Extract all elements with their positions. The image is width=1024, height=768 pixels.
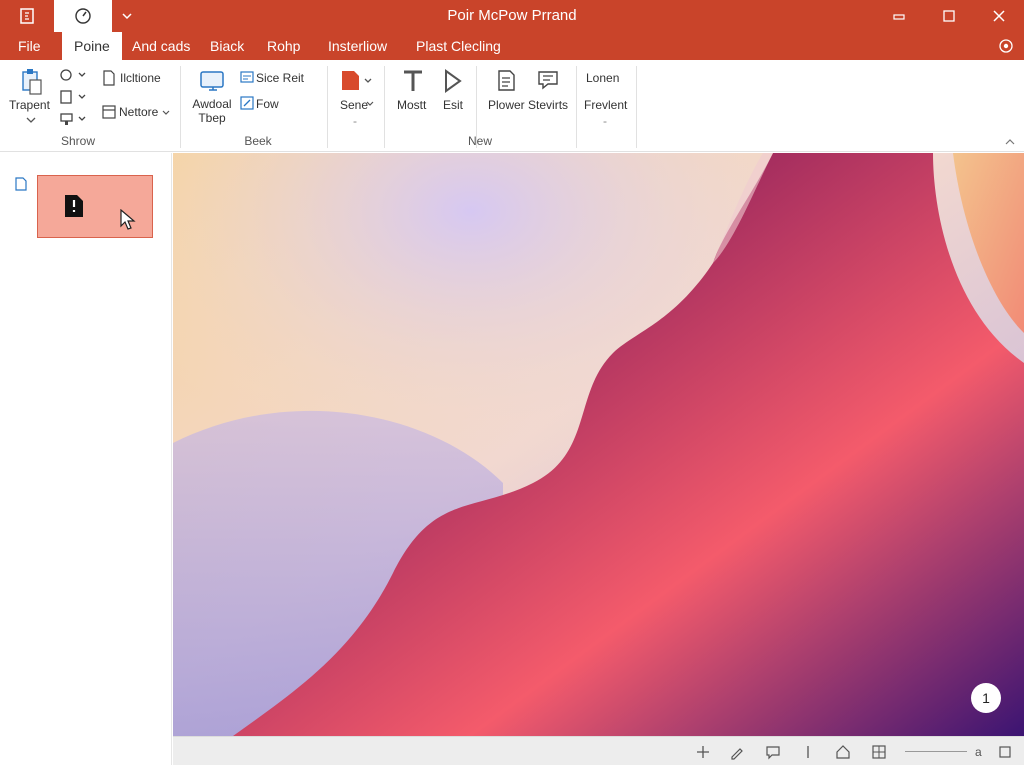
slide-reset-label[interactable]: Sice Reit <box>256 71 304 85</box>
title-bar: Poir McPow Prrand <box>0 0 1024 32</box>
format-painter-icon[interactable] <box>60 112 88 126</box>
window-controls <box>874 0 1024 32</box>
grid-view-icon[interactable] <box>871 744 887 760</box>
paste-label: Trapent <box>9 98 50 112</box>
copy-icon[interactable] <box>60 90 88 104</box>
slide-number-badge[interactable]: 1 <box>971 683 1001 713</box>
autosave-icon[interactable] <box>54 0 112 32</box>
edit-label[interactable]: Fow <box>256 97 279 111</box>
comment-icon[interactable] <box>765 744 781 760</box>
divider-icon <box>807 746 809 758</box>
quick-access-toolbar <box>0 0 142 32</box>
text-icon[interactable] <box>401 68 425 94</box>
settings-gear-icon[interactable] <box>998 38 1014 54</box>
collapse-ribbon-icon[interactable] <box>1005 138 1015 146</box>
edit-icon[interactable] <box>240 96 254 110</box>
chevron-down-icon[interactable] <box>366 101 374 107</box>
play-label[interactable]: Esit <box>443 98 463 112</box>
window-title: Poir McPow Prrand <box>447 7 577 24</box>
ribbon: Trapent Ilcltione Nettore Shrow Awdoal T… <box>0 60 1024 152</box>
slides-panel <box>0 153 172 765</box>
minimize-icon[interactable] <box>874 0 924 32</box>
layout-icon[interactable] <box>102 104 116 120</box>
ribbon-separator <box>576 66 577 148</box>
ribbon-separator <box>384 66 385 148</box>
ribbon-item-frevlent[interactable]: Frevlent <box>584 98 627 112</box>
ribbon-separator <box>327 66 328 148</box>
monitor-icon[interactable] <box>199 70 227 94</box>
close-icon[interactable] <box>974 0 1024 32</box>
tab-file[interactable]: File <box>6 32 53 60</box>
ribbon-item-more: - <box>603 114 607 128</box>
shape-fill-label[interactable]: Sene <box>340 98 368 112</box>
app-logo-icon[interactable] <box>0 0 54 32</box>
slide-reset-icon[interactable] <box>240 70 254 84</box>
menu-bar: File Poine And cads Biack Rohp Insterlio… <box>0 32 1024 60</box>
ribbon-separator <box>636 66 637 148</box>
fit-icon[interactable] <box>997 744 1013 760</box>
shape-fill-icon[interactable] <box>340 68 376 94</box>
layout-label[interactable]: Nettore <box>119 105 158 119</box>
chevron-down-icon[interactable] <box>26 116 36 124</box>
slide-icon <box>15 177 27 191</box>
ribbon-separator <box>180 66 181 148</box>
home-icon[interactable] <box>835 744 851 760</box>
zoom-label: a <box>975 745 982 759</box>
group-label-shrow: Shrow <box>60 134 95 148</box>
play-icon[interactable] <box>443 68 463 94</box>
text-label[interactable]: Mostt <box>397 98 426 112</box>
refresh-icon[interactable] <box>60 68 88 82</box>
monitor-label[interactable]: Awdoal Tbep <box>188 97 236 125</box>
zoom-in-icon[interactable] <box>695 744 711 760</box>
group-label-new: New <box>467 134 492 148</box>
slide-canvas[interactable] <box>173 153 1024 736</box>
cursor-icon <box>120 209 136 230</box>
tab-rohp[interactable]: Rohp <box>255 32 312 60</box>
document-label[interactable]: Plower Stevirts <box>488 98 568 112</box>
tab-poine[interactable]: Poine <box>62 32 122 60</box>
document-icon <box>65 195 83 217</box>
ribbon-item-lonen[interactable]: Lonen <box>586 71 619 85</box>
paste-icon[interactable] <box>20 68 44 96</box>
tab-biack[interactable]: Biack <box>198 32 256 60</box>
tab-and-cads[interactable]: And cads <box>120 32 202 60</box>
slide-artwork <box>173 153 1024 736</box>
quick-access-dropdown-icon[interactable] <box>112 0 142 32</box>
comment-icon[interactable] <box>536 68 560 94</box>
new-slide-label[interactable]: Ilcltione <box>120 71 161 85</box>
chevron-down-icon[interactable] <box>162 110 170 116</box>
group-label-beek: Beek <box>244 134 272 148</box>
zoom-slider[interactable] <box>905 751 967 752</box>
shape-fill-more: - <box>353 114 357 128</box>
document-icon[interactable] <box>494 68 518 94</box>
status-bar: a <box>173 736 1024 766</box>
pen-icon[interactable] <box>729 744 745 760</box>
tab-plast-clecling[interactable]: Plast Clecling <box>404 32 513 60</box>
maximize-icon[interactable] <box>924 0 974 32</box>
new-slide-icon[interactable] <box>102 70 116 86</box>
tab-insterliow[interactable]: Insterliow <box>316 32 399 60</box>
ribbon-separator <box>476 66 477 148</box>
slide-thumbnail[interactable] <box>37 175 153 238</box>
